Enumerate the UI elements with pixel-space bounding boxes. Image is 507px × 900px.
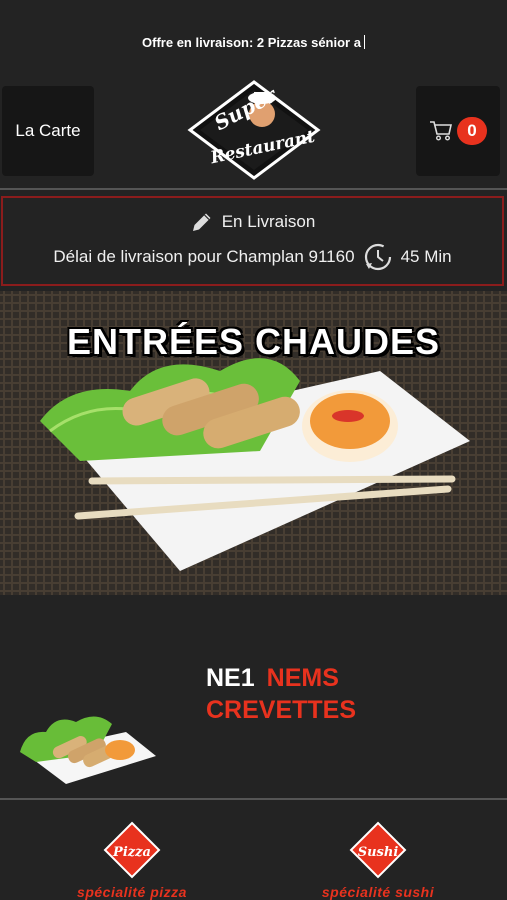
delivery-mode: En Livraison (221, 212, 316, 231)
menu-button-label: La Carte (15, 121, 81, 140)
cart-count-badge: 0 (457, 117, 487, 145)
product-code: NE1 (206, 664, 255, 692)
divider (0, 188, 507, 190)
promo-banner: Offre en livraison: 2 Pizzas sénior a (0, 0, 507, 84)
delivery-time: 45 Min (400, 247, 452, 266)
nav-item-pizza-label: spécialité pizza (77, 884, 187, 900)
clock-icon (364, 243, 391, 271)
promo-text: Offre en livraison: 2 Pizzas sénior a (142, 34, 361, 50)
category-title: ENTRÉES CHAUDES (66, 321, 441, 362)
pencil-icon (192, 213, 211, 231)
menu-button[interactable]: La Carte (2, 86, 94, 176)
product-title: NE1 NEMS CREVETTES (206, 662, 486, 726)
restaurant-logo[interactable]: Super Restaurant (186, 78, 322, 184)
cart-button[interactable]: 0 (416, 86, 500, 176)
category-hero[interactable]: ENTRÉES CHAUDES (0, 291, 507, 595)
nav-item-pizza[interactable]: Pizza spécialité pizza (52, 818, 212, 900)
nav-item-sushi[interactable]: Sushi spécialité sushi (298, 818, 458, 900)
sushi-logo-word: Sushi (358, 845, 399, 860)
delivery-delay-text: Délai de livraison pour Champlan 91160 (53, 247, 355, 266)
product-item[interactable]: NE1 NEMS CREVETTES (0, 640, 507, 790)
nav-item-sushi-label: spécialité sushi (321, 884, 435, 900)
bottom-nav: Pizza spécialité pizza Sushi spécialité … (0, 800, 507, 900)
product-thumbnail (20, 716, 156, 784)
sushi-logo-icon: Sushi (349, 821, 407, 879)
delivery-info[interactable]: En Livraison Délai de livraison pour Cha… (1, 196, 504, 286)
pizza-logo-icon: Pizza (103, 821, 161, 879)
text-caret (363, 35, 365, 49)
cart-icon (430, 121, 452, 141)
pizza-logo-word: Pizza (112, 845, 151, 860)
header: La Carte Super Restaurant 0 (0, 80, 507, 180)
